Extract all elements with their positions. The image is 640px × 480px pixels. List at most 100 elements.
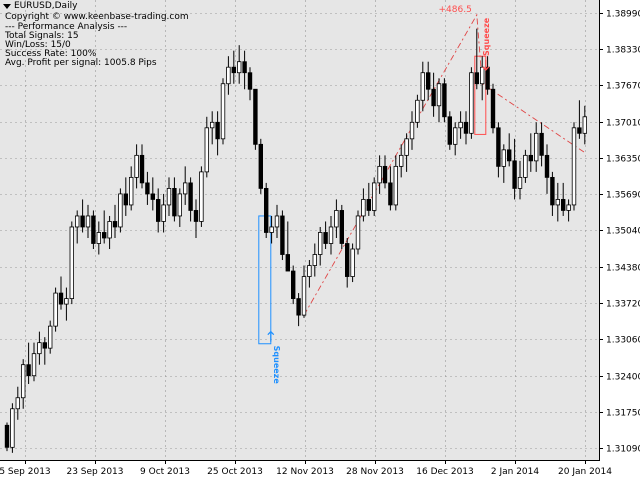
squeeze-label: Squeeze <box>482 17 491 56</box>
candle-body <box>528 154 533 162</box>
candle-body <box>96 232 101 244</box>
candle-body <box>220 83 226 140</box>
symbol-header[interactable]: EURUSD,Daily <box>3 1 77 11</box>
price-tick-label: 1.31750 <box>606 409 640 419</box>
candle-body <box>447 116 452 145</box>
candle-body <box>561 199 566 211</box>
time-tick-label: 28 Nov 2013 <box>346 467 404 477</box>
candle-body <box>226 66 231 85</box>
candle-body <box>161 204 166 222</box>
price-tick-label: 1.37010 <box>606 119 640 129</box>
dropdown-triangle-icon[interactable] <box>3 3 11 9</box>
candle-body <box>80 215 85 228</box>
candle-body <box>58 292 64 305</box>
time-tick-label: 20 Jan 2014 <box>558 467 612 477</box>
candle-body <box>139 154 145 184</box>
candle-body <box>469 72 474 134</box>
price-tick-label: 1.31090 <box>606 445 640 455</box>
candle-body <box>339 210 344 244</box>
candle-body <box>204 127 209 173</box>
candle-body <box>91 215 96 244</box>
candle-body <box>177 193 182 217</box>
candle-body <box>118 193 123 228</box>
candle-body <box>350 248 355 277</box>
candle-body <box>431 88 436 107</box>
candle-body <box>458 121 463 129</box>
candle-body <box>496 127 501 167</box>
candle-body <box>539 132 544 156</box>
candle-body <box>145 182 150 195</box>
candle-body <box>361 199 366 217</box>
squeeze-label: Squeeze <box>272 346 281 385</box>
candle-body <box>323 232 328 244</box>
candle-body <box>474 72 479 85</box>
candle-body <box>463 121 469 134</box>
candle-body <box>366 199 371 211</box>
candle-body <box>150 193 155 200</box>
candle-body <box>517 176 523 189</box>
candle-body <box>371 182 377 211</box>
candle-body <box>37 342 42 355</box>
candle-body <box>307 265 312 277</box>
candle-body <box>172 188 177 217</box>
candle-body <box>26 364 31 377</box>
candle-body <box>215 121 220 140</box>
time-tick-label: 12 Nov 2013 <box>276 467 334 477</box>
candle-body <box>404 138 409 156</box>
candle-body <box>571 127 577 206</box>
candle-body <box>490 88 496 129</box>
candle-body <box>253 88 258 145</box>
candle-body <box>280 215 285 255</box>
price-tick-label: 1.35040 <box>606 227 640 237</box>
candle-body <box>209 121 215 129</box>
candle-body <box>398 154 404 167</box>
candle-body <box>199 171 204 222</box>
candle-body <box>485 66 490 90</box>
price-chart[interactable]: Squeeze Squeeze +486.5 1.38990 1.38330 1.376… <box>0 0 640 480</box>
candle-body <box>166 188 172 206</box>
candle-body <box>258 143 263 189</box>
candle-body <box>193 210 199 222</box>
time-tick-label: 25 Oct 2013 <box>207 467 263 477</box>
candle-body <box>285 254 290 272</box>
candle-body <box>128 176 134 206</box>
copyright-text: Copyright © www.keenbase-trading.com <box>5 12 189 22</box>
candle-body <box>415 99 420 123</box>
candle-body <box>388 182 393 206</box>
candle-body <box>506 149 512 162</box>
candle-body <box>317 232 323 255</box>
symbol-timeframe-label: EURUSD,Daily <box>14 1 78 11</box>
candle-body <box>134 154 139 178</box>
candle-body <box>550 176 555 206</box>
price-tick-label: 1.33720 <box>606 300 640 310</box>
candle-body <box>582 116 587 134</box>
candle-body <box>534 132 539 162</box>
candle-body <box>182 182 188 195</box>
candle-body <box>4 424 10 448</box>
candle-body <box>242 61 247 74</box>
time-tick-label: 16 Dec 2013 <box>416 467 474 477</box>
candle-body <box>512 160 517 189</box>
candle-body <box>420 72 425 101</box>
candle-body <box>269 226 274 233</box>
avg-profit: Avg. Profit per signal: 1005.8 Pips <box>5 58 157 68</box>
price-tick-label: 1.33060 <box>606 336 640 346</box>
candle-body <box>425 72 431 90</box>
candle-body <box>75 215 80 228</box>
candle-body <box>409 121 415 140</box>
price-tick-label: 1.38990 <box>606 10 640 20</box>
candle-body <box>312 254 317 266</box>
candle-body <box>69 226 74 299</box>
candle-body <box>247 72 253 90</box>
candle-body <box>42 342 47 349</box>
candle-body <box>53 292 58 327</box>
candle-body <box>263 188 269 233</box>
price-tick-label: 1.38330 <box>606 46 640 56</box>
candle-body <box>436 83 442 107</box>
candle-body <box>31 353 37 377</box>
candle-body <box>334 210 339 228</box>
candle-body <box>377 165 382 184</box>
candle-body <box>328 226 334 244</box>
price-tick-label: 1.35690 <box>606 191 640 201</box>
time-tick-label: 23 Sep 2013 <box>66 467 123 477</box>
